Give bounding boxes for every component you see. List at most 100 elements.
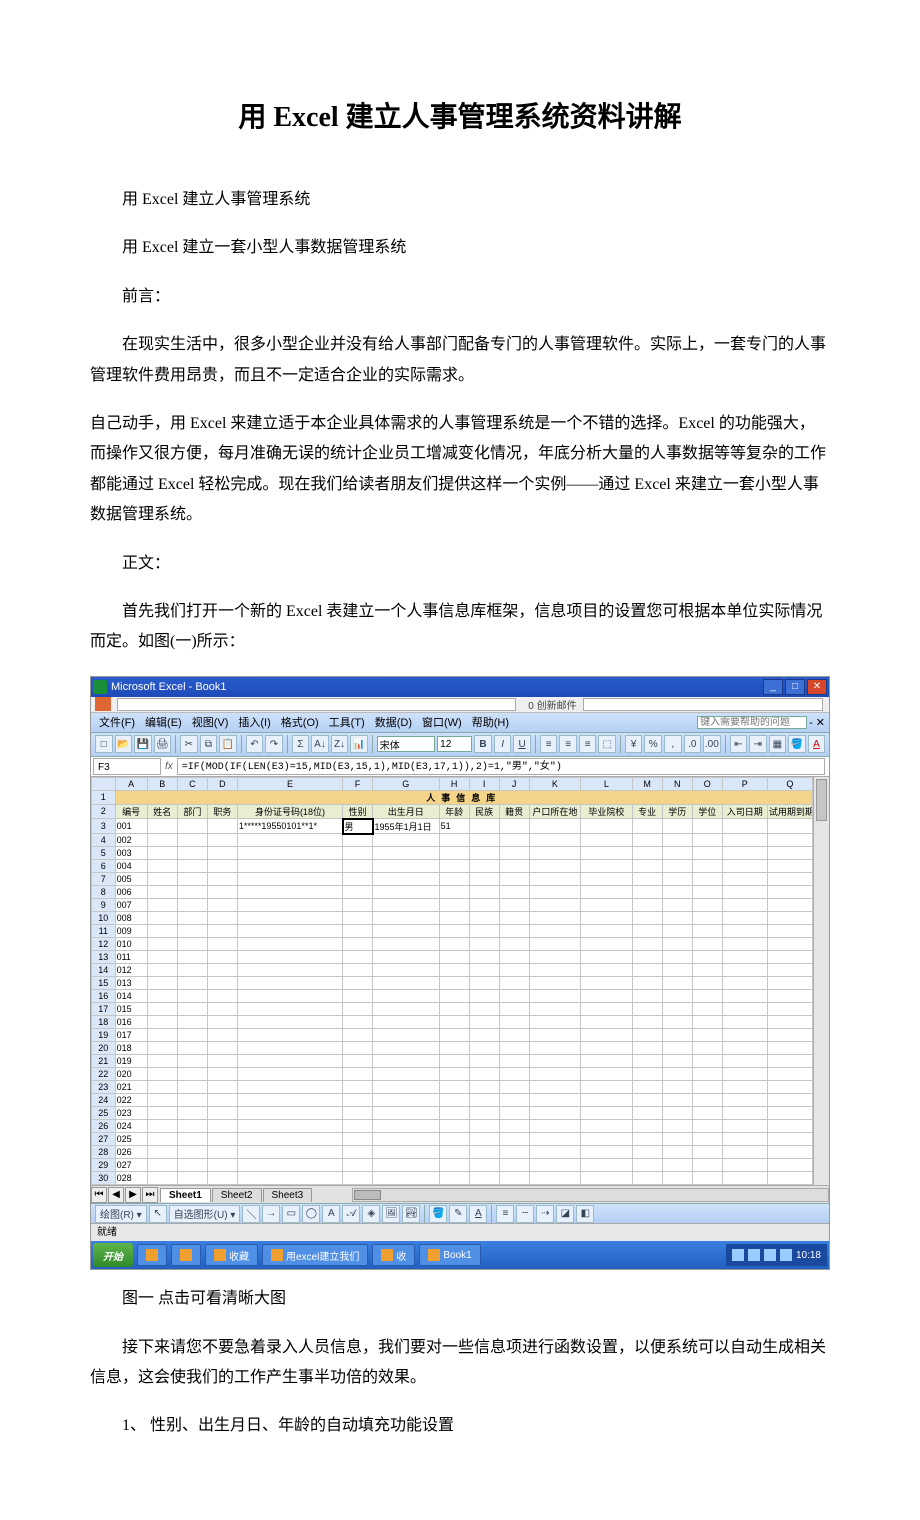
cell[interactable] (343, 886, 373, 899)
autosum-icon[interactable]: Σ (292, 735, 310, 753)
cell[interactable] (499, 964, 529, 977)
cell[interactable] (237, 1081, 342, 1094)
cell[interactable] (343, 847, 373, 860)
cell[interactable]: 010 (115, 938, 147, 951)
cell[interactable] (343, 1055, 373, 1068)
cell[interactable] (373, 873, 440, 886)
cell[interactable] (499, 1107, 529, 1120)
cell[interactable] (581, 1042, 633, 1055)
font-name-select[interactable]: 宋体 (377, 736, 435, 752)
address-input-2[interactable] (583, 698, 823, 711)
cell[interactable] (662, 1081, 692, 1094)
row-header[interactable]: 16 (92, 990, 116, 1003)
cell[interactable]: 025 (115, 1133, 147, 1146)
cell[interactable] (147, 912, 177, 925)
cell[interactable] (529, 1042, 581, 1055)
cell[interactable] (469, 1107, 499, 1120)
row-header[interactable]: 29 (92, 1159, 116, 1172)
italic-icon[interactable]: I (494, 735, 512, 753)
cell[interactable] (632, 1159, 662, 1172)
cell[interactable] (581, 847, 633, 860)
cell[interactable] (177, 860, 207, 873)
cell[interactable] (499, 847, 529, 860)
cell[interactable] (722, 1146, 767, 1159)
row-header[interactable]: 8 (92, 886, 116, 899)
cell[interactable]: 015 (115, 1003, 147, 1016)
cell[interactable] (692, 951, 722, 964)
cell[interactable] (207, 938, 237, 951)
cell[interactable]: 027 (115, 1159, 147, 1172)
cell[interactable] (373, 1120, 440, 1133)
field-header[interactable]: 身份证号码(18位) (237, 804, 342, 819)
cell[interactable] (343, 899, 373, 912)
cell[interactable] (147, 1107, 177, 1120)
cell[interactable] (469, 912, 499, 925)
cell[interactable] (499, 990, 529, 1003)
cell[interactable] (207, 1016, 237, 1029)
cell[interactable] (147, 964, 177, 977)
cell[interactable] (237, 899, 342, 912)
cell[interactable] (662, 1146, 692, 1159)
cell[interactable] (499, 899, 529, 912)
cell[interactable] (632, 925, 662, 938)
cell[interactable] (147, 1042, 177, 1055)
col-header[interactable]: N (662, 777, 692, 790)
cell[interactable] (722, 1068, 767, 1081)
cell[interactable] (207, 886, 237, 899)
cell[interactable]: 017 (115, 1029, 147, 1042)
autoshapes-menu[interactable]: 自选图形(U) ▾ (169, 1205, 241, 1223)
indent-dec-icon[interactable]: ⇤ (730, 735, 748, 753)
col-header[interactable]: A (115, 777, 147, 790)
cell[interactable] (662, 1029, 692, 1042)
cell[interactable] (177, 1003, 207, 1016)
cell[interactable] (147, 1146, 177, 1159)
cell[interactable] (237, 951, 342, 964)
cell[interactable]: 006 (115, 886, 147, 899)
cell[interactable] (469, 990, 499, 1003)
cell[interactable] (343, 873, 373, 886)
cell[interactable] (499, 1016, 529, 1029)
cell[interactable] (722, 1094, 767, 1107)
cell[interactable]: 019 (115, 1055, 147, 1068)
cell[interactable] (207, 834, 237, 847)
cell[interactable] (722, 1159, 767, 1172)
cell[interactable] (237, 1068, 342, 1081)
cell[interactable] (343, 964, 373, 977)
cell[interactable] (373, 1172, 440, 1185)
line-icon[interactable]: ＼ (242, 1205, 260, 1223)
cell[interactable] (499, 1133, 529, 1146)
cell[interactable] (147, 1133, 177, 1146)
cell[interactable] (767, 977, 812, 990)
field-header[interactable]: 户口所在地 (529, 804, 581, 819)
align-left-icon[interactable]: ≡ (540, 735, 558, 753)
draw-menu[interactable]: 绘图(R) ▾ (95, 1205, 147, 1223)
cell[interactable] (343, 1094, 373, 1107)
tray-icon[interactable] (748, 1249, 760, 1261)
save-icon[interactable]: 💾 (134, 735, 152, 753)
cell[interactable] (529, 964, 581, 977)
arrow-icon[interactable]: → (262, 1205, 280, 1223)
cell[interactable] (207, 1055, 237, 1068)
cell[interactable] (581, 1133, 633, 1146)
cell[interactable] (767, 1146, 812, 1159)
row-header[interactable]: 28 (92, 1146, 116, 1159)
cell[interactable]: 014 (115, 990, 147, 1003)
merge-icon[interactable]: ⬚ (598, 735, 616, 753)
cell[interactable] (767, 834, 812, 847)
cell[interactable] (529, 1081, 581, 1094)
cell[interactable] (767, 1172, 812, 1185)
cell[interactable] (529, 873, 581, 886)
cell[interactable] (581, 1081, 633, 1094)
cell[interactable] (581, 1068, 633, 1081)
cell[interactable] (662, 964, 692, 977)
cell[interactable] (632, 819, 662, 834)
cell[interactable] (499, 1029, 529, 1042)
bold-icon[interactable]: B (474, 735, 492, 753)
row-header[interactable]: 11 (92, 925, 116, 938)
cell[interactable] (499, 819, 529, 834)
cell[interactable] (439, 1055, 469, 1068)
cell[interactable] (177, 951, 207, 964)
cell[interactable]: 001 (115, 819, 147, 834)
cell[interactable] (767, 1133, 812, 1146)
cell[interactable] (373, 1081, 440, 1094)
